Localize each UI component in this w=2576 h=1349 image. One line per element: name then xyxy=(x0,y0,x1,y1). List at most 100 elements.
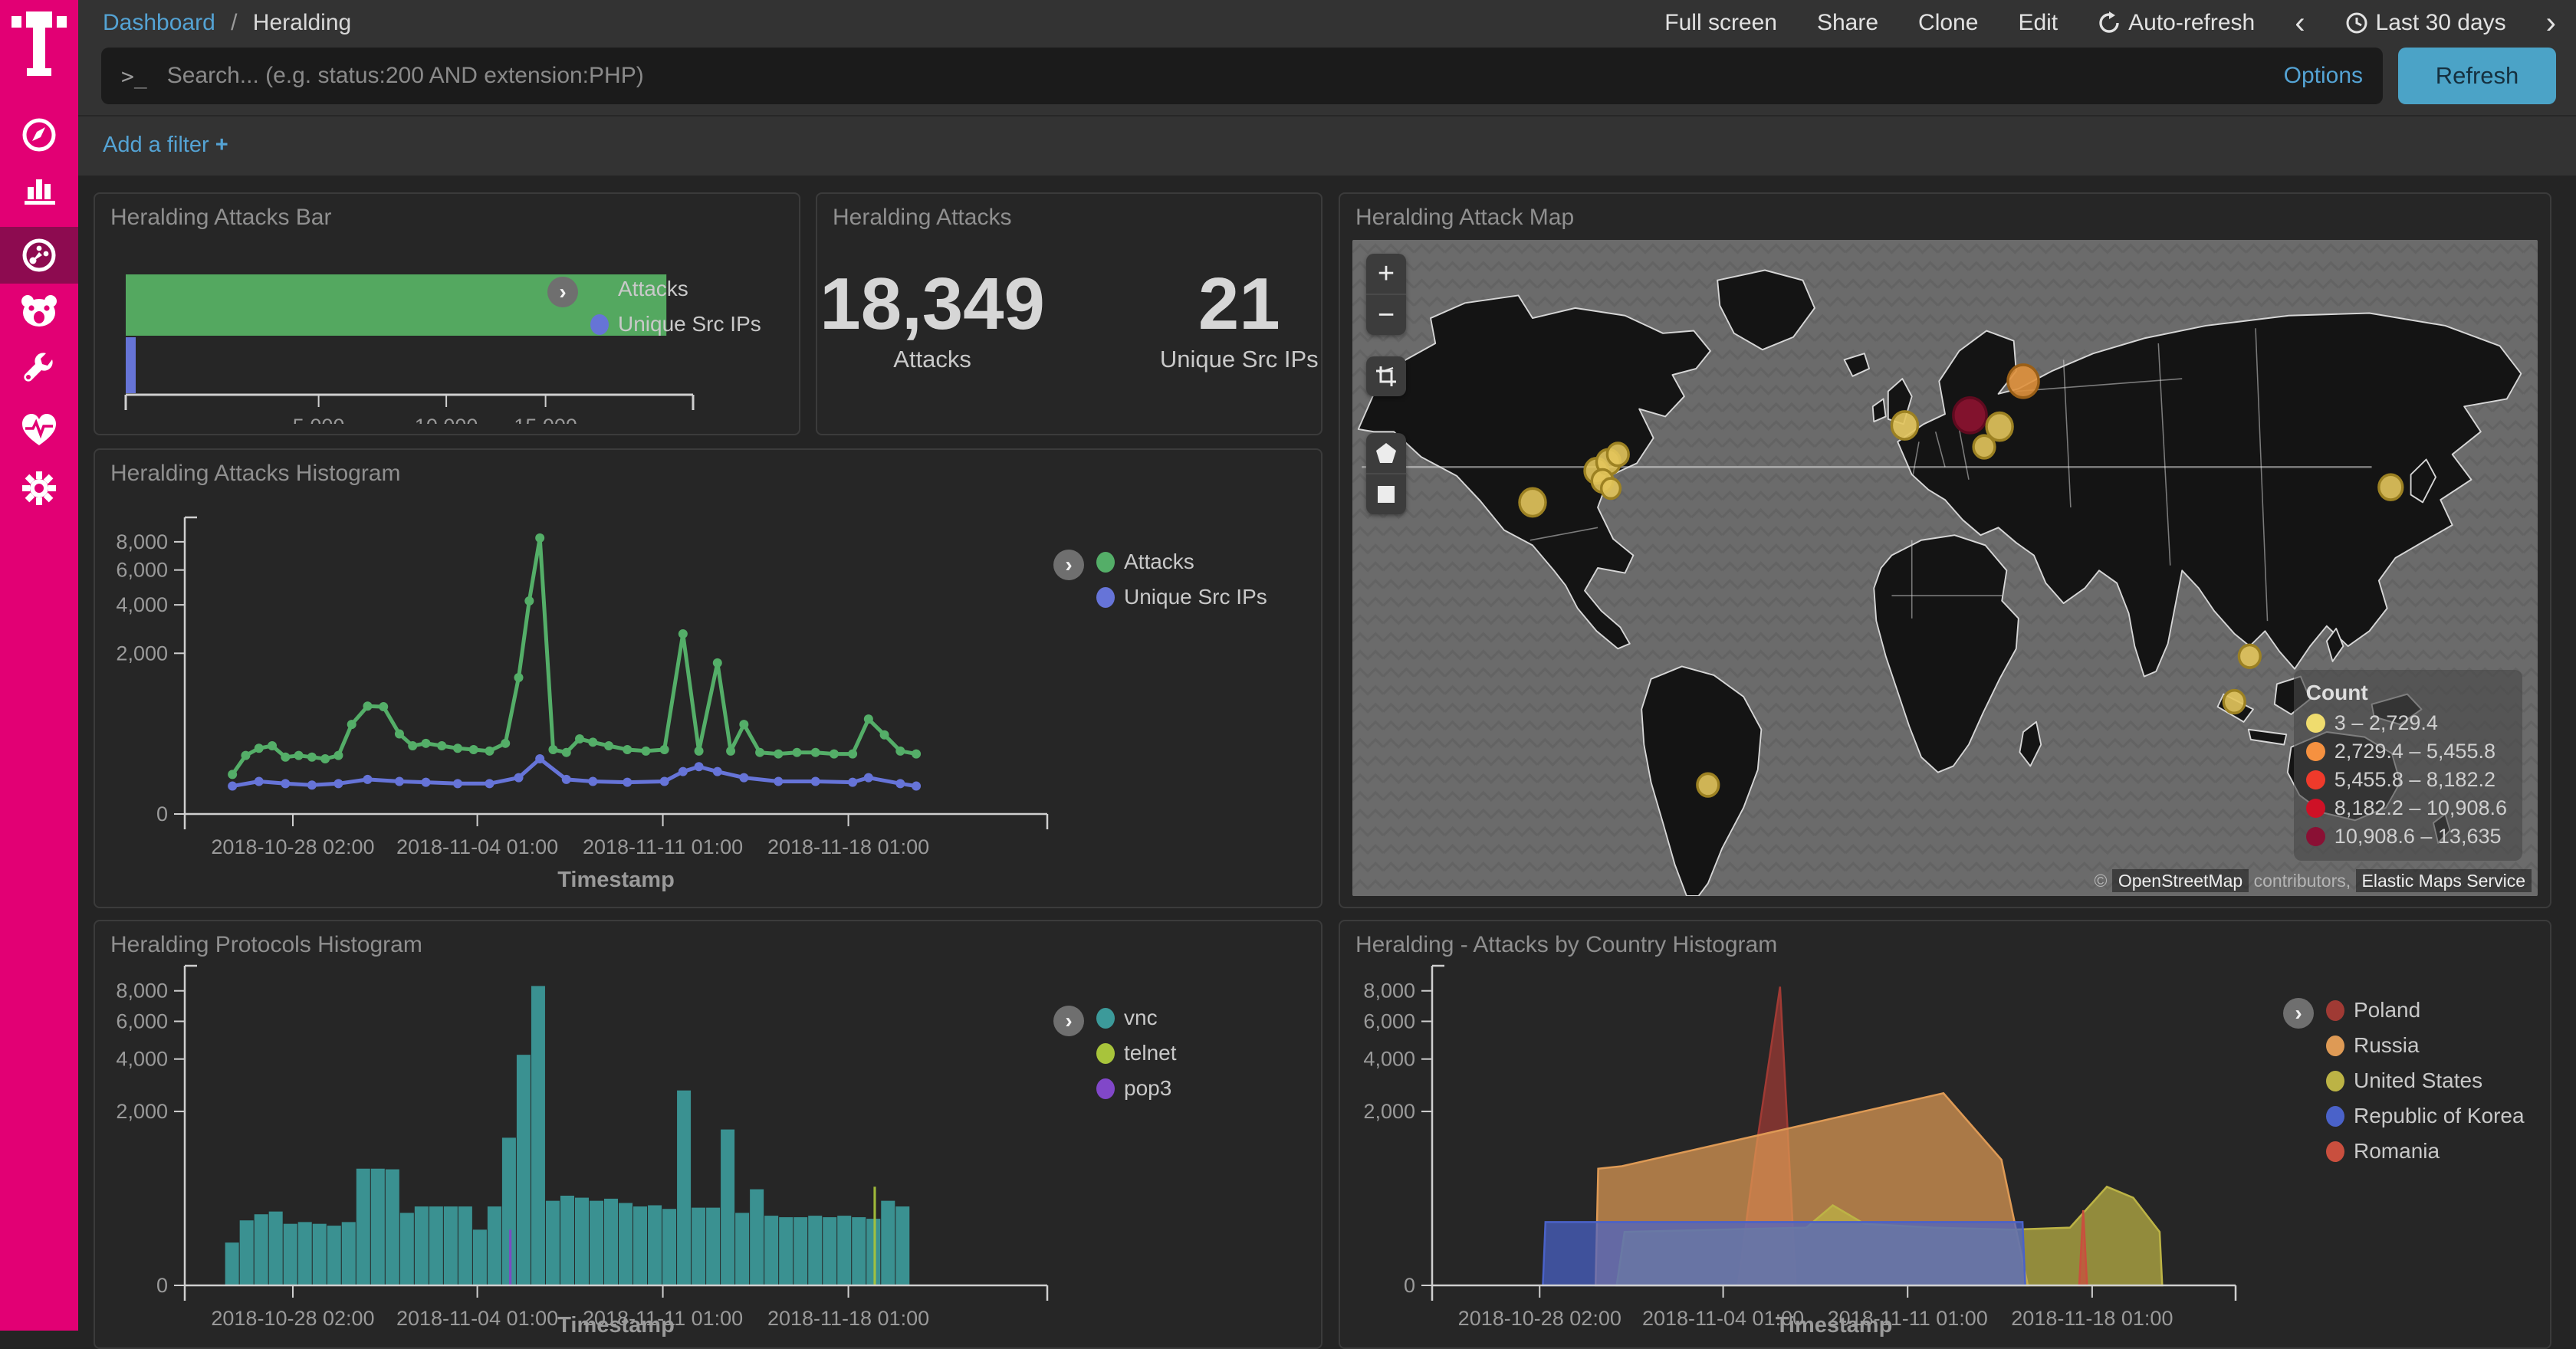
panel-protocols-histogram: Heralding Protocols Histogram 02,0004,00… xyxy=(94,920,1322,1349)
time-range-button[interactable]: Last 30 days xyxy=(2345,10,2506,36)
search-input[interactable] xyxy=(166,62,2269,90)
legend-item-telnet[interactable]: telnet xyxy=(1096,1041,1177,1065)
clone-button[interactable]: Clone xyxy=(1918,10,1978,36)
sidebar-item-management[interactable] xyxy=(0,460,78,517)
chart-legend: › Poland Russia United States Republic of Ko… xyxy=(2283,998,2525,1164)
map-attack-dot-yellow[interactable] xyxy=(2223,691,2245,714)
sidebar xyxy=(0,0,78,1331)
legend-item-vnc[interactable]: vnc xyxy=(1096,1006,1177,1030)
map-attack-dot-yellow[interactable] xyxy=(1891,412,1917,439)
map-attack-dot-orange[interactable] xyxy=(2008,365,2039,398)
osm-link[interactable]: OpenStreetMap xyxy=(2112,869,2249,892)
map-attack-dot-yellow[interactable] xyxy=(1520,488,1546,516)
sidebar-item-dashboard[interactable] xyxy=(0,227,78,284)
search-row: >_ Options Refresh xyxy=(101,48,2556,104)
panel-title: Heralding Attack Map xyxy=(1355,205,1574,231)
search-box[interactable]: >_ Options xyxy=(101,48,2383,104)
breadcrumb-current: Heralding xyxy=(253,10,351,35)
gauge-icon xyxy=(21,237,58,274)
panel-attacks-metric: Heralding Attacks 18,349 Attacks 21 Uniq… xyxy=(816,192,1322,435)
options-link[interactable]: Options xyxy=(2284,63,2363,89)
heartbeat-icon xyxy=(21,413,58,447)
breadcrumb-dashboard-link[interactable]: Dashboard xyxy=(103,10,215,35)
share-button[interactable]: Share xyxy=(1817,10,1878,36)
kibana-dashboard: { "brand": {"accent": "#e20074", "active… xyxy=(0,0,2576,1331)
legend-item-pop3[interactable]: pop3 xyxy=(1096,1076,1177,1101)
elastic-maps-link[interactable]: Elastic Maps Service xyxy=(2356,869,2532,892)
legend-item-attacks[interactable]: Attacks xyxy=(1096,550,1267,574)
time-back-button[interactable]: ‹ xyxy=(2295,11,2305,34)
map-legend-range: 3 – 2,729.4 xyxy=(2334,711,2438,735)
legend-items: Attacks Unique Src IPs xyxy=(590,277,761,336)
time-forward-button[interactable]: › xyxy=(2546,11,2556,34)
legend-item-unique-src-ips[interactable]: Unique Src IPs xyxy=(1096,585,1267,609)
add-filter-link[interactable]: Add a filter + xyxy=(103,133,228,158)
svg-text:2018-10-28 02:00: 2018-10-28 02:00 xyxy=(211,1307,374,1330)
map-rectangle-button[interactable] xyxy=(1366,473,1406,514)
svg-text:Timestamp: Timestamp xyxy=(557,868,675,892)
svg-text:0: 0 xyxy=(156,1274,168,1297)
panel-attack-map: Heralding Attack Map + − xyxy=(1339,192,2551,908)
auto-refresh-button[interactable]: Auto-refresh xyxy=(2098,10,2255,36)
svg-text:6,000: 6,000 xyxy=(1363,1010,1415,1033)
legend-item-unique-src-ips[interactable]: Unique Src IPs xyxy=(590,312,761,336)
map-attack-dot-yellow[interactable] xyxy=(1697,773,1719,796)
metric-value: 18,349 xyxy=(820,268,1045,341)
map-zoom-out-button[interactable]: − xyxy=(1366,294,1406,335)
legend-item-romania[interactable]: Romania xyxy=(2326,1139,2525,1164)
legend-label: Attacks xyxy=(618,277,688,301)
map-attack-dot-yellow[interactable] xyxy=(1607,443,1628,466)
t-mobile-logo[interactable] xyxy=(0,5,78,84)
map-crop-button[interactable] xyxy=(1366,356,1406,396)
legend-item-poland[interactable]: Poland xyxy=(2326,998,2525,1022)
legend-item-republic-of-korea[interactable]: Republic of Korea xyxy=(2326,1104,2525,1128)
legend-label: telnet xyxy=(1124,1041,1177,1065)
map-attack-dot-yellow[interactable] xyxy=(2379,474,2403,500)
sidebar-item-visualize[interactable] xyxy=(0,161,78,218)
map-attack-dot-yellow[interactable] xyxy=(1973,435,1995,458)
edit-button[interactable]: Edit xyxy=(2018,10,2058,36)
legend-toggle-chevron-icon[interactable]: › xyxy=(2283,998,2314,1029)
legend-toggle-chevron-icon[interactable]: › xyxy=(1053,1006,1084,1036)
sidebar-item-discover[interactable] xyxy=(0,107,78,163)
map-zoom-controls: + − xyxy=(1366,254,1406,335)
chart-legend: › vnc telnet pop3 xyxy=(1053,1006,1177,1101)
map-attribution: © OpenStreetMap contributors, Elastic Ma… xyxy=(2094,871,2532,891)
legend-color-dot xyxy=(1096,552,1115,573)
sidebar-item-tpot[interactable] xyxy=(0,283,78,340)
map-attack-dot-darkred[interactable] xyxy=(1953,398,1986,433)
legend-label: Unique Src IPs xyxy=(618,312,761,336)
metric-label: Unique Src IPs xyxy=(1160,346,1319,373)
map-legend-dot xyxy=(2306,742,2325,761)
svg-text:2018-10-28 02:00: 2018-10-28 02:00 xyxy=(1458,1307,1622,1330)
svg-text:2018-11-04 01:00: 2018-11-04 01:00 xyxy=(396,1307,558,1330)
bar-chart-icon xyxy=(21,172,57,207)
legend-items: Attacks Unique Src IPs xyxy=(1096,550,1267,609)
t-logo-icon xyxy=(12,11,67,77)
map-attack-dot-yellow[interactable] xyxy=(1602,478,1621,498)
sidebar-item-dev-tools[interactable] xyxy=(0,341,78,398)
legend-item-russia[interactable]: Russia xyxy=(2326,1033,2525,1058)
chart-legend: › Attacks Unique Src IPs xyxy=(1053,550,1267,609)
legend-item-united-states[interactable]: United States xyxy=(2326,1068,2525,1093)
svg-text:8,000: 8,000 xyxy=(1363,980,1415,1003)
map-zoom-in-button[interactable]: + xyxy=(1366,254,1406,294)
map-legend-dot xyxy=(2306,770,2325,789)
clock-icon xyxy=(2345,11,2368,34)
legend-item-attacks[interactable]: Attacks xyxy=(590,277,761,301)
map-legend-row: 3 – 2,729.4 xyxy=(2306,711,2507,735)
sidebar-item-monitoring[interactable] xyxy=(0,402,78,458)
full-screen-button[interactable]: Full screen xyxy=(1664,10,1777,36)
svg-text:0: 0 xyxy=(1404,1274,1415,1297)
svg-text:Timestamp: Timestamp xyxy=(1776,1313,1893,1338)
refresh-button[interactable]: Refresh xyxy=(2398,48,2556,104)
world-map[interactable]: + − Cou xyxy=(1352,240,2538,896)
map-legend-range: 8,182.2 – 10,908.6 xyxy=(2334,796,2507,820)
map-fit-control xyxy=(1366,356,1406,396)
legend-toggle-chevron-icon[interactable]: › xyxy=(1053,550,1084,580)
map-polygon-button[interactable] xyxy=(1366,433,1406,473)
svg-text:2,000: 2,000 xyxy=(116,642,168,665)
legend-toggle-chevron-icon[interactable]: › xyxy=(547,277,578,307)
map-count-legend: Count 3 – 2,729.42,729.4 – 5,455.85,455.… xyxy=(2294,670,2522,861)
map-attack-dot-yellow[interactable] xyxy=(2239,645,2260,668)
